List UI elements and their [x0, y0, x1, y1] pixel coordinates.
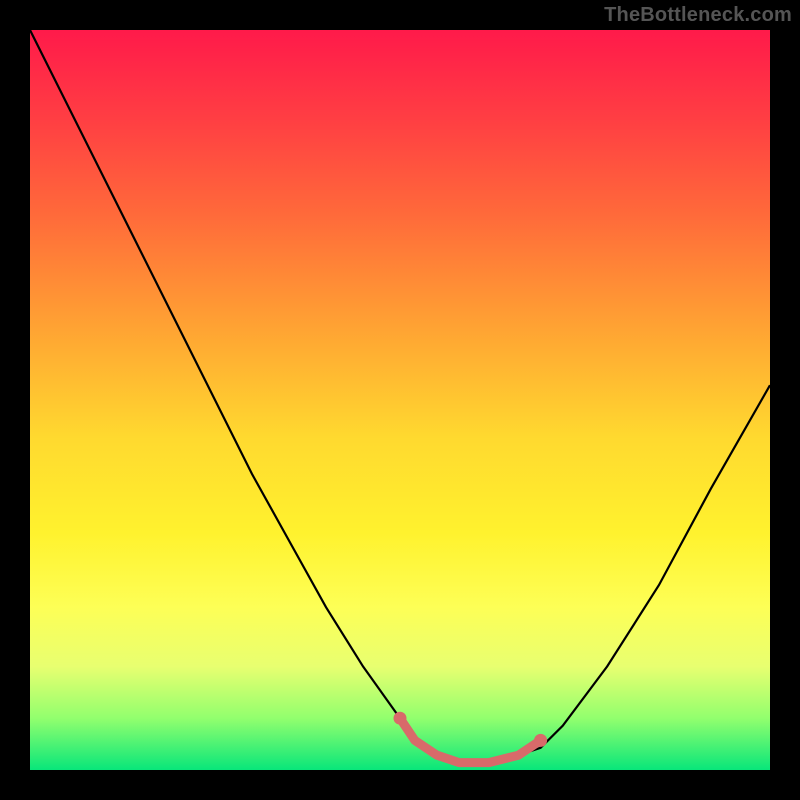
- valley-markers: [394, 712, 548, 763]
- chart-frame: TheBottleneck.com: [0, 0, 800, 800]
- plot-area: [30, 30, 770, 770]
- chart-svg: [30, 30, 770, 770]
- valley-end-dot: [394, 712, 407, 725]
- watermark-text: TheBottleneck.com: [604, 4, 792, 27]
- bottleneck-curve: [30, 30, 770, 763]
- valley-end-dot: [534, 734, 547, 747]
- valley-band: [400, 718, 541, 762]
